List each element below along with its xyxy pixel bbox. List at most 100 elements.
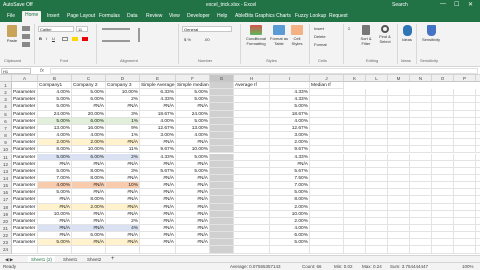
value-cell[interactable]: #N/A — [106, 239, 140, 247]
empty-cell[interactable] — [454, 117, 476, 125]
value-cell[interactable]: #N/A — [140, 217, 176, 225]
empty-cell[interactable] — [366, 182, 388, 190]
row-header[interactable]: 17 — [0, 196, 12, 204]
value-cell[interactable]: #N/A — [106, 210, 140, 218]
value-cell[interactable]: 7.00% — [38, 174, 72, 183]
empty-cell[interactable] — [388, 110, 410, 118]
empty-cell[interactable] — [210, 182, 234, 190]
row-label-cell[interactable]: Parameter 9 — [12, 146, 38, 154]
empty-cell[interactable] — [410, 182, 432, 190]
value-cell[interactable]: 24.00% — [176, 110, 210, 118]
value-cell[interactable]: 6.00% — [72, 117, 106, 125]
value-cell[interactable]: #N/A — [106, 174, 140, 183]
empty-cell[interactable] — [234, 132, 270, 140]
empty-cell[interactable] — [388, 117, 410, 125]
value-cell[interactable]: #N/A — [140, 103, 176, 111]
empty-cell[interactable] — [344, 117, 366, 125]
value-cell[interactable]: #N/A — [72, 103, 106, 111]
value-cell[interactable]: 5.00% — [38, 239, 72, 247]
empty-cell[interactable] — [366, 232, 388, 240]
value-cell[interactable] — [140, 246, 176, 254]
row-label-cell[interactable]: Parameter 21 — [12, 232, 38, 240]
value-cell[interactable]: #N/A — [106, 160, 140, 168]
empty-cell[interactable] — [410, 103, 432, 111]
empty-cell[interactable] — [476, 232, 480, 240]
empty-cell[interactable] — [310, 203, 344, 211]
header-cell[interactable]: Company 3 — [106, 82, 140, 90]
value-cell[interactable]: 2.00% — [270, 203, 310, 211]
empty-cell[interactable] — [210, 132, 234, 140]
empty-cell[interactable] — [310, 182, 344, 190]
empty-cell[interactable] — [234, 146, 270, 154]
font-name-select[interactable]: Calibri — [38, 26, 74, 32]
value-cell[interactable]: 5.00% — [72, 89, 106, 97]
value-cell[interactable]: 7.50% — [270, 174, 310, 183]
formula-input[interactable] — [50, 68, 478, 74]
row-header[interactable]: 15 — [0, 182, 12, 190]
empty-cell[interactable] — [410, 217, 432, 225]
value-cell[interactable]: 8.00% — [72, 174, 106, 183]
empty-cell[interactable] — [210, 117, 234, 125]
empty-cell[interactable] — [476, 246, 480, 254]
value-cell[interactable] — [106, 246, 140, 254]
empty-cell[interactable] — [388, 153, 410, 161]
value-cell[interactable]: 24.00% — [38, 110, 72, 118]
value-cell[interactable]: 3% — [106, 167, 140, 175]
value-cell[interactable]: #N/A — [106, 232, 140, 240]
empty-cell[interactable] — [344, 89, 366, 97]
value-cell[interactable]: #N/A — [72, 217, 106, 225]
empty-cell[interactable] — [310, 225, 344, 233]
row-header[interactable]: 20 — [0, 217, 12, 225]
empty-cell[interactable] — [432, 117, 454, 125]
empty-cell[interactable] — [476, 146, 480, 154]
empty-cell[interactable] — [388, 225, 410, 233]
empty-cell[interactable] — [234, 139, 270, 147]
empty-cell[interactable] — [310, 132, 344, 140]
value-cell[interactable]: #N/A — [106, 196, 140, 204]
empty-cell[interactable] — [234, 182, 270, 190]
row-label-cell[interactable]: Parameter 1 — [12, 89, 38, 97]
empty-cell[interactable] — [454, 189, 476, 197]
value-cell[interactable]: #N/A — [140, 210, 176, 218]
empty-cell[interactable] — [234, 232, 270, 240]
empty-cell[interactable] — [310, 96, 344, 104]
value-cell[interactable]: 5.00% — [270, 189, 310, 197]
column-header[interactable]: J — [310, 75, 344, 82]
row-header[interactable]: 1 — [0, 82, 12, 90]
value-cell[interactable]: 2.00% — [72, 203, 106, 211]
tab-request[interactable]: Request — [326, 12, 351, 20]
empty-cell[interactable] — [410, 210, 432, 218]
value-cell[interactable]: #N/A — [270, 160, 310, 168]
value-cell[interactable]: #N/A — [106, 139, 140, 147]
value-cell[interactable]: #N/A — [140, 203, 176, 211]
empty-cell[interactable] — [234, 196, 270, 204]
tab-page-layout[interactable]: Page Layout — [64, 12, 98, 20]
empty-cell[interactable] — [388, 132, 410, 140]
empty-cell[interactable] — [366, 132, 388, 140]
empty-cell[interactable] — [410, 167, 432, 175]
minimize-button[interactable]: — — [440, 1, 446, 7]
value-cell[interactable]: 5.00% — [38, 117, 72, 125]
column-header[interactable]: O — [432, 75, 454, 82]
value-cell[interactable]: 3% — [106, 110, 140, 118]
row-header[interactable]: 11 — [0, 153, 12, 161]
copy-icon[interactable] — [22, 34, 30, 39]
value-cell[interactable]: 13.00% — [176, 124, 210, 133]
decimal-icon[interactable]: .00 — [204, 37, 210, 42]
empty-cell[interactable] — [234, 153, 270, 161]
value-cell[interactable]: 12.67% — [140, 124, 176, 133]
value-cell[interactable]: 4.33% — [270, 96, 310, 104]
row-label-cell[interactable]: Parameter 7 — [12, 132, 38, 140]
empty-cell[interactable] — [388, 196, 410, 204]
empty-cell[interactable] — [432, 146, 454, 154]
row-label-cell[interactable]: Parameter 22 — [12, 239, 38, 247]
empty-cell[interactable] — [388, 139, 410, 147]
empty-cell[interactable] — [476, 118, 480, 125]
empty-cell[interactable] — [410, 89, 432, 97]
empty-cell[interactable] — [476, 103, 480, 111]
empty-cell[interactable] — [210, 189, 234, 197]
empty-cell[interactable] — [432, 217, 454, 225]
empty-cell[interactable] — [344, 103, 366, 111]
empty-cell[interactable] — [366, 89, 388, 97]
empty-cell[interactable] — [476, 139, 480, 147]
